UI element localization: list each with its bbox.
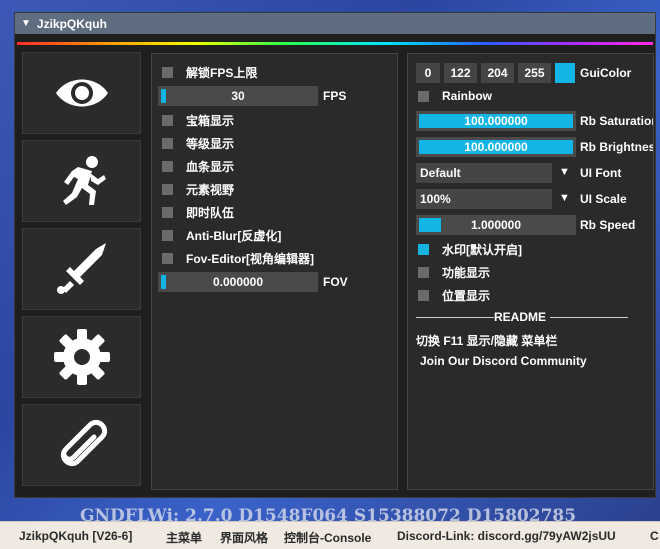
rgb-b-input[interactable]: 204 <box>481 63 514 83</box>
taskbar-console[interactable]: 控制台-Console <box>284 529 371 546</box>
tab-visuals[interactable] <box>22 52 141 134</box>
position-display-checkbox[interactable] <box>418 290 429 301</box>
watermark-row[interactable]: 水印[默认开启] <box>418 241 522 258</box>
readme-toggle-text: 切换 F11 显示/隐藏 菜单栏 <box>416 334 558 348</box>
readme-divider-right <box>550 317 628 318</box>
chest-row[interactable]: 宝箱显示 <box>162 112 234 129</box>
taskbar-main-menu[interactable]: 主菜单 <box>166 529 202 546</box>
rb-brightness-label: Rb Brightness <box>580 140 654 154</box>
readme-discord-text: Join Our Discord Community <box>420 354 587 368</box>
readme-divider-left <box>416 317 494 318</box>
watermark-checkbox[interactable] <box>418 244 429 255</box>
rb-saturation-slider[interactable]: 100.000000 <box>416 111 576 131</box>
ui-scale-label: UI Scale <box>580 192 627 206</box>
gear-icon <box>53 329 110 385</box>
eye-icon <box>55 79 108 107</box>
anti-blur-label: Anti-Blur[反虚化] <box>186 229 282 243</box>
gui-color-swatch[interactable] <box>555 63 575 83</box>
paperclip-icon <box>60 419 107 467</box>
feature-display-label: 功能显示 <box>442 266 491 280</box>
fov-label: FOV <box>323 275 348 289</box>
tab-combat[interactable] <box>22 228 141 310</box>
ui-font-select[interactable]: Default <box>416 163 552 183</box>
taskbar: JzikpQKquh [V26-6] 主菜单 界面风格 控制台-Console … <box>0 521 660 549</box>
ui-font-label: UI Font <box>580 166 622 180</box>
running-person-icon <box>62 156 106 205</box>
readme-title: README <box>494 310 547 324</box>
gui-color-label: GuiColor <box>580 66 632 80</box>
rb-speed-fill <box>419 218 441 232</box>
taskbar-tail: C <box>650 529 659 543</box>
level-checkbox[interactable] <box>162 138 173 149</box>
fps-slider-fill <box>161 89 166 103</box>
rgb-a-input[interactable]: 255 <box>518 63 551 83</box>
fps-label: FPS <box>323 89 347 103</box>
fps-slider[interactable]: 30 <box>158 86 318 106</box>
level-label: 等级显示 <box>186 137 235 151</box>
feature-display-row[interactable]: 功能显示 <box>418 264 490 281</box>
team-label: 即时队伍 <box>186 206 235 220</box>
ui-scale-dropdown-icon[interactable]: ▼ <box>559 192 570 204</box>
element-label: 元素视野 <box>186 183 235 197</box>
feature-display-checkbox[interactable] <box>418 267 429 278</box>
health-checkbox[interactable] <box>162 161 173 172</box>
watermark-label: 水印[默认开启] <box>442 243 522 257</box>
rb-saturation-label: Rb Saturation <box>580 114 654 128</box>
ui-font-dropdown-icon[interactable]: ▼ <box>559 166 570 178</box>
rgb-r-input[interactable]: 0 <box>416 63 440 83</box>
health-row[interactable]: 血条显示 <box>162 158 234 175</box>
rb-speed-label: Rb Speed <box>580 218 636 232</box>
taskbar-style[interactable]: 界面风格 <box>220 529 268 546</box>
anti-blur-checkbox[interactable] <box>162 230 173 241</box>
rb-speed-slider[interactable]: 1.000000 <box>416 215 576 235</box>
unlock-fps-label: 解锁FPS上限 <box>186 66 258 80</box>
fov-editor-checkbox[interactable] <box>162 253 173 264</box>
fov-value: 0.000000 <box>212 275 264 289</box>
tab-movement[interactable] <box>22 140 141 222</box>
unlock-fps-checkbox[interactable] <box>162 67 173 78</box>
window-title: JzikpQKquh <box>36 16 107 31</box>
rainbow-checkbox[interactable] <box>418 90 429 102</box>
mod-menu-window: ▼ JzikpQKquh 解锁FPS上限 30 FPS 宝箱显示 等级显示 血条… <box>14 12 656 498</box>
unlock-fps-row[interactable]: 解锁FPS上限 <box>162 64 257 81</box>
tab-misc[interactable] <box>22 404 141 486</box>
fov-slider-fill <box>161 275 166 289</box>
rb-brightness-slider[interactable]: 100.000000 <box>416 137 576 157</box>
position-display-label: 位置显示 <box>442 289 491 303</box>
tab-settings[interactable] <box>22 316 141 398</box>
position-display-row[interactable]: 位置显示 <box>418 287 490 304</box>
taskbar-app[interactable]: JzikpQKquh [V26-6] <box>19 529 132 543</box>
rainbow-label: Rainbow <box>442 89 492 103</box>
rainbow-bar <box>17 42 653 45</box>
taskbar-discord-link[interactable]: Discord-Link: discord.gg/79yAW2jsUU <box>397 529 616 543</box>
team-row[interactable]: 即时队伍 <box>162 204 234 221</box>
rgb-g-input[interactable]: 122 <box>444 63 477 83</box>
settings-panel: 0 122 204 255 GuiColor Rainbow 100.00000… <box>407 53 654 490</box>
rb-saturation-value: 100.000000 <box>464 114 528 128</box>
features-panel: 解锁FPS上限 30 FPS 宝箱显示 等级显示 血条显示 元素视野 即时队伍 <box>151 53 398 490</box>
team-checkbox[interactable] <box>162 207 173 218</box>
element-checkbox[interactable] <box>162 184 173 195</box>
element-row[interactable]: 元素视野 <box>162 181 234 198</box>
health-label: 血条显示 <box>186 160 235 174</box>
anti-blur-row[interactable]: Anti-Blur[反虚化] <box>162 227 281 244</box>
fov-slider[interactable]: 0.000000 <box>158 272 318 292</box>
ui-scale-select[interactable]: 100% <box>416 189 552 209</box>
rb-brightness-value: 100.000000 <box>464 140 528 154</box>
rainbow-row[interactable]: Rainbow <box>418 89 492 103</box>
rb-speed-value: 1.000000 <box>470 218 522 232</box>
title-bar[interactable]: ▼ JzikpQKquh <box>15 13 655 34</box>
chest-label: 宝箱显示 <box>186 114 235 128</box>
fov-editor-row[interactable]: Fov-Editor[视角编辑器] <box>162 250 314 267</box>
level-row[interactable]: 等级显示 <box>162 135 234 152</box>
fps-value: 30 <box>231 89 245 103</box>
chest-checkbox[interactable] <box>162 115 173 126</box>
collapse-arrow-icon[interactable]: ▼ <box>21 18 31 29</box>
sword-icon <box>56 243 106 294</box>
fov-editor-label: Fov-Editor[视角编辑器] <box>186 252 314 266</box>
